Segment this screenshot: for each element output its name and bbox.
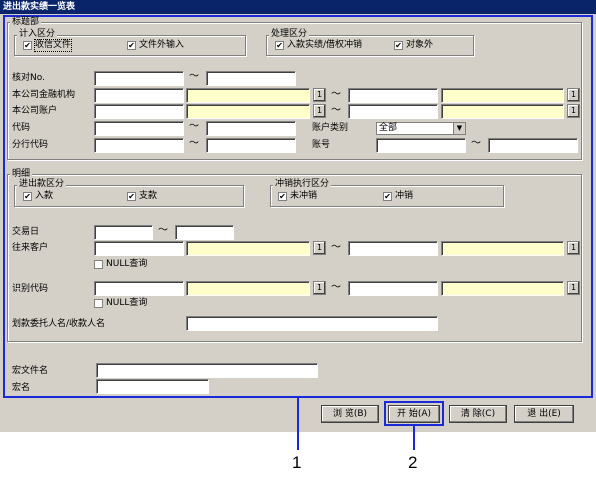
browse-button[interactable]: 浏 览(B) — [321, 405, 379, 423]
macro-file-label: 宏文件名 — [12, 366, 49, 376]
exit-button[interactable]: 退 出(E) — [514, 405, 574, 423]
trade-date-from-input[interactable] — [94, 225, 153, 240]
bank-label: 本公司金融机构 — [12, 90, 76, 100]
checkbox-offset[interactable]: ✔ — [383, 192, 392, 201]
callout-line-2 — [413, 426, 415, 450]
checkbox-manual-input[interactable]: ✔ — [127, 41, 136, 50]
range-tilde: ～ — [189, 121, 199, 132]
account-from-code-input[interactable] — [94, 104, 184, 119]
callout-number-2: 2 — [408, 453, 418, 472]
account-type-label: 账户类别 — [312, 123, 349, 133]
payer-name-input[interactable] — [186, 316, 438, 331]
id-code-from-code-input[interactable] — [94, 281, 184, 296]
account-to-lookup-button[interactable]: 1 — [567, 104, 580, 118]
callout-line-1 — [297, 398, 299, 450]
checkbox-out-of-scope[interactable]: ✔ — [394, 41, 403, 50]
bank-from-lookup-button[interactable]: 1 — [313, 88, 326, 102]
account-no-from-input[interactable] — [376, 138, 466, 153]
id-code-from-lookup-button[interactable]: 1 — [313, 281, 326, 295]
range-tilde: ～ — [189, 71, 199, 82]
checkbox-received-file[interactable]: ✔ — [23, 41, 32, 50]
bank-to-name-input[interactable] — [441, 88, 564, 103]
checkbox-deposit-offset-label: 入款实绩/借权冲销 — [287, 40, 363, 50]
id-code-label: 识别代码 — [12, 284, 49, 294]
account-type-value: 全部 — [379, 123, 398, 133]
checkbox-withdrawal-label: 支款 — [139, 191, 158, 201]
range-tilde: ～ — [158, 225, 168, 236]
account-from-lookup-button[interactable]: 1 — [313, 104, 326, 118]
range-tilde: ～ — [331, 282, 341, 293]
checkbox-deposit[interactable]: ✔ — [23, 192, 32, 201]
customer-to-code-input[interactable] — [348, 241, 438, 256]
id-code-to-code-input[interactable] — [348, 281, 438, 296]
checkbox-id-code-null-label: NULL查询 — [106, 298, 148, 308]
bank-from-name-input[interactable] — [186, 88, 310, 103]
macro-name-label: 宏名 — [12, 383, 31, 393]
range-tilde: ～ — [331, 89, 341, 100]
branch-code-label: 分行代码 — [12, 140, 49, 150]
account-label: 本公司账户 — [12, 106, 58, 116]
start-button[interactable]: 开 始(A) — [388, 405, 440, 423]
detail-group-label: 明细 — [10, 169, 33, 179]
checkbox-customer-null-label: NULL查询 — [106, 259, 148, 269]
clear-button[interactable]: 清 除(C) — [449, 405, 507, 423]
checkbox-received-file-label: 收信文件 — [33, 39, 73, 52]
id-code-to-name-input[interactable] — [441, 281, 564, 296]
range-tilde: ～ — [331, 105, 341, 116]
checkbox-withdrawal[interactable]: ✔ — [127, 192, 136, 201]
callout-number-1: 1 — [292, 453, 302, 472]
account-type-select[interactable]: 全部 ▼ — [376, 122, 466, 135]
customer-to-name-input[interactable] — [441, 241, 564, 256]
checkbox-deposit-offset[interactable]: ✔ — [275, 41, 284, 50]
range-tilde: ～ — [189, 138, 199, 149]
trade-date-to-input[interactable] — [175, 225, 234, 240]
account-to-name-input[interactable] — [441, 104, 564, 119]
checkbox-id-code-null[interactable] — [94, 299, 103, 308]
code-to-input[interactable] — [206, 121, 296, 136]
bank-to-code-input[interactable] — [348, 88, 438, 103]
window-title: 进出款实绩一览表 — [0, 0, 596, 14]
customer-from-code-input[interactable] — [94, 241, 184, 256]
process-type-label: 处理区分 — [269, 29, 310, 39]
chevron-down-icon[interactable]: ▼ — [453, 123, 465, 134]
account-to-code-input[interactable] — [348, 104, 438, 119]
customer-label: 往来客户 — [12, 243, 49, 253]
account-no-to-input[interactable] — [488, 138, 578, 153]
checkbox-offset-label: 冲销 — [395, 191, 414, 201]
range-tilde: ～ — [331, 242, 341, 253]
checkbox-not-offset[interactable]: ✔ — [278, 192, 287, 201]
branch-code-to-input[interactable] — [206, 138, 296, 153]
trade-date-label: 交易日 — [12, 227, 40, 237]
offset-type-label: 冲销执行区分 — [273, 179, 332, 189]
input-type-label: 计入区分 — [17, 29, 58, 39]
code-from-input[interactable] — [94, 121, 184, 136]
range-tilde: ～ — [471, 138, 481, 149]
checkbox-deposit-label: 入款 — [35, 191, 54, 201]
macro-name-input[interactable] — [96, 379, 209, 394]
bank-from-code-input[interactable] — [94, 88, 184, 103]
macro-file-input[interactable] — [96, 363, 318, 378]
checkbox-manual-input-label: 文件外输入 — [139, 40, 185, 50]
account-no-label: 账号 — [312, 140, 331, 150]
bank-to-lookup-button[interactable]: 1 — [567, 88, 580, 102]
inout-type-label: 进出款区分 — [17, 179, 67, 189]
checkbox-customer-null[interactable] — [94, 260, 103, 269]
check-no-to-input[interactable] — [206, 71, 296, 86]
header-group-label: 标题部 — [10, 17, 42, 27]
payer-name-label: 划款委托人名/收款人名 — [12, 319, 106, 329]
customer-from-lookup-button[interactable]: 1 — [313, 241, 326, 255]
id-code-from-name-input[interactable] — [186, 281, 310, 296]
customer-to-lookup-button[interactable]: 1 — [567, 241, 580, 255]
code-label: 代码 — [12, 123, 31, 133]
customer-from-name-input[interactable] — [186, 241, 310, 256]
id-code-to-lookup-button[interactable]: 1 — [567, 281, 580, 295]
checkbox-not-offset-label: 未冲销 — [290, 191, 318, 201]
check-no-from-input[interactable] — [94, 71, 184, 86]
check-no-label: 核对No. — [12, 73, 45, 83]
account-from-name-input[interactable] — [186, 104, 310, 119]
checkbox-out-of-scope-label: 对象外 — [406, 40, 434, 50]
branch-code-from-input[interactable] — [94, 138, 184, 153]
